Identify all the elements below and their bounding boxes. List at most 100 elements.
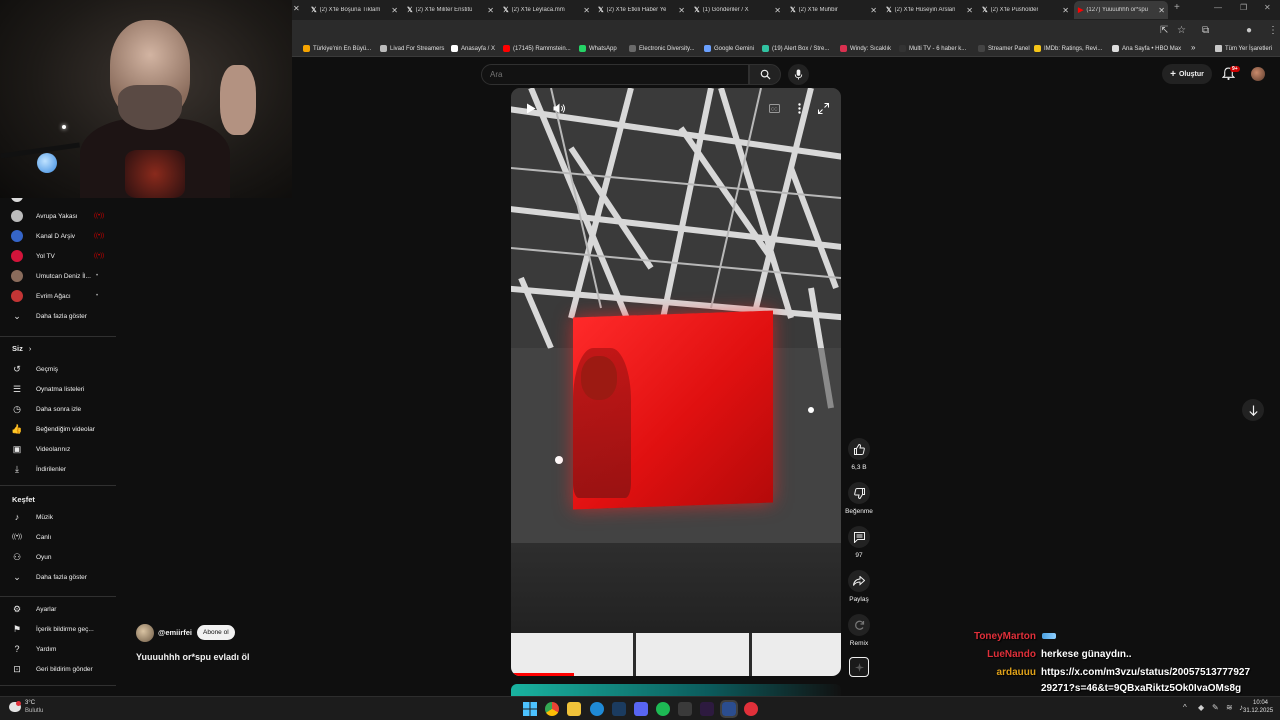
browser-tab[interactable]: 𝕏 (2) X'te Leylaca.mm ✕: [499, 1, 593, 19]
active-app-taskbar-icon[interactable]: [720, 700, 738, 718]
tab-close-icon[interactable]: ✕: [870, 6, 877, 15]
more-options-button[interactable]: [791, 100, 807, 116]
browser-tab[interactable]: ▶ (127) Yuuuuhhh or*spu ✕: [1074, 1, 1168, 19]
bookmark-item[interactable]: Livad For Streamers: [380, 45, 444, 52]
pen-icon[interactable]: ✎: [1212, 703, 1219, 712]
sidebar-item-flag[interactable]: ⚑ İçerik bildirme geç...: [0, 619, 116, 639]
tab-close-icon[interactable]: ✕: [966, 6, 973, 15]
sound-thumbnail[interactable]: [849, 657, 869, 677]
bookmark-item[interactable]: WhatsApp: [579, 45, 617, 52]
clock-date[interactable]: 31.12.2025: [1243, 708, 1273, 714]
sidebar-item-help[interactable]: ? Yardım: [0, 639, 116, 659]
comments-button[interactable]: [848, 526, 870, 548]
recorder-taskbar-icon[interactable]: [744, 702, 758, 716]
sidebar-item-playlist[interactable]: ☰ Oynatma listeleri: [0, 379, 116, 399]
sidebar-item-gear[interactable]: ⚙ Ayarlar: [0, 599, 116, 619]
tab-close-icon[interactable]: ✕: [774, 6, 781, 15]
sidebar-item-subscription[interactable]: Yol TV ((•)): [0, 246, 116, 266]
fullscreen-button[interactable]: [815, 100, 831, 116]
tray-overflow-icon[interactable]: ^: [1183, 703, 1187, 712]
sidebar-item-history[interactable]: ↺ Geçmiş: [0, 359, 116, 379]
share-action[interactable]: Paylaş: [846, 570, 872, 603]
maximize-button[interactable]: ❐: [1240, 3, 1247, 12]
sidebar-show-more[interactable]: ⌄ Daha fazla göster: [0, 567, 116, 587]
sidebar-item-subscription[interactable]: Kanal D Arşiv ((•)): [0, 226, 116, 246]
next-short-preview[interactable]: [511, 684, 841, 696]
tab-close-icon[interactable]: ✕: [1062, 6, 1069, 15]
bookmark-item[interactable]: IMDb: Ratings, Revi...: [1034, 45, 1102, 52]
spotify-taskbar-icon[interactable]: [656, 702, 670, 716]
share-button[interactable]: [848, 570, 870, 592]
tab-close-icon[interactable]: ✕: [487, 6, 494, 15]
account-avatar[interactable]: [1251, 67, 1265, 81]
bookmark-star-icon[interactable]: ☆: [1177, 25, 1186, 36]
sidebar-item-thumb-up[interactable]: 👍 Beğendiğim videolar: [0, 419, 116, 439]
sidebar-item-subscription[interactable]: Evrim Ağacı •: [0, 286, 116, 306]
all-bookmarks-button[interactable]: Tüm Yer İşaretleri: [1215, 45, 1272, 52]
sidebar-show-more[interactable]: ⌄ Daha fazla göster: [0, 306, 116, 326]
network-icon[interactable]: ◆: [1198, 703, 1204, 712]
start-button[interactable]: [523, 702, 537, 716]
extensions-icon[interactable]: ⧉: [1202, 25, 1209, 36]
search-button[interactable]: [749, 64, 781, 85]
bookmarks-overflow-button[interactable]: »: [1191, 43, 1195, 52]
sidebar-item-video[interactable]: ▣ Videolarınız: [0, 439, 116, 459]
minimize-button[interactable]: —: [1214, 3, 1222, 12]
bookmark-item[interactable]: Multi TV - 6 haber k...: [899, 45, 966, 52]
subscribe-button[interactable]: Abone ol: [197, 625, 235, 640]
volume-button[interactable]: [551, 100, 567, 116]
search-box[interactable]: [481, 64, 749, 85]
bookmark-item[interactable]: Electronic Diversity...: [629, 45, 695, 52]
sidebar-item-download[interactable]: ⤓ İndirilenler: [0, 459, 116, 479]
like-button[interactable]: [848, 438, 870, 460]
channel-name[interactable]: @emiirfei: [158, 628, 192, 637]
bookmark-item[interactable]: Anasayfa / X: [451, 45, 495, 52]
sidebar-item-subscription[interactable]: Umutcan Deniz İl... •: [0, 266, 116, 286]
comments-action[interactable]: 97: [846, 526, 872, 559]
bookmark-item[interactable]: (19) Alert Box / Stre...: [762, 45, 829, 52]
steam-taskbar-icon[interactable]: [612, 702, 626, 716]
sidebar-section-you[interactable]: Siz ›: [12, 344, 31, 353]
sidebar-item-gamepad[interactable]: ⚇ Oyun: [0, 547, 116, 567]
playback-progress[interactable]: [511, 673, 574, 676]
install-app-icon[interactable]: ⇱: [1160, 25, 1168, 36]
browser-menu-icon[interactable]: ⋮: [1268, 25, 1278, 36]
bookmark-item[interactable]: Streamer Panel: [978, 45, 1030, 52]
voice-search-button[interactable]: [788, 64, 809, 85]
bookmark-item[interactable]: (17145) Rammstein...: [503, 45, 571, 52]
play-button[interactable]: [523, 100, 539, 116]
bookmark-item[interactable]: Google Gemini: [704, 45, 754, 52]
remix-button[interactable]: [848, 614, 870, 636]
browser-tab[interactable]: 𝕏 (2) X'te Etkili Haber Ye ✕: [594, 1, 688, 19]
tab-close-icon[interactable]: ✕: [583, 6, 590, 15]
bookmark-item[interactable]: Windy: Sıcaklık: [840, 45, 891, 52]
discord-taskbar-icon[interactable]: [634, 702, 648, 716]
app-taskbar-icon[interactable]: [700, 702, 714, 716]
channel-avatar[interactable]: [136, 624, 154, 642]
weather-temperature[interactable]: 3°C: [25, 700, 35, 706]
new-tab-button[interactable]: +: [1174, 2, 1180, 13]
browser-tab[interactable]: 𝕏 (2) X'te Muhbir ✕: [786, 1, 880, 19]
file-explorer-taskbar-icon[interactable]: [567, 702, 581, 716]
tab-close-icon[interactable]: ✕: [391, 6, 398, 15]
tab-close-icon[interactable]: ✕: [293, 4, 300, 13]
browser-tab[interactable]: 𝕏 (2) X'te Hüseyin Arslan ✕: [882, 1, 976, 19]
browser-tab[interactable]: 𝕏 (1) Gönderiler / X ✕: [690, 1, 784, 19]
sidebar-item-clock[interactable]: ◷ Daha sonra izle: [0, 399, 116, 419]
calculator-taskbar-icon[interactable]: [678, 702, 692, 716]
clock-time[interactable]: 10:04: [1253, 700, 1268, 706]
chrome-taskbar-icon[interactable]: [545, 702, 559, 716]
sidebar-item-music[interactable]: ♪ Müzik: [0, 507, 116, 527]
dislike-button[interactable]: [848, 482, 870, 504]
captions-button[interactable]: CC: [766, 100, 782, 116]
sidebar-item-live[interactable]: ((•)) Canlı: [0, 527, 116, 547]
remix-action[interactable]: Remix: [846, 614, 872, 647]
sidebar-item-subscription[interactable]: Avrupa Yakası ((•)): [0, 206, 116, 226]
window-close-button[interactable]: ✕: [1264, 3, 1271, 12]
profile-icon[interactable]: ●: [1246, 25, 1252, 36]
next-short-button[interactable]: [1242, 399, 1264, 421]
shorts-player[interactable]: CC: [511, 88, 841, 676]
search-input[interactable]: [490, 70, 730, 79]
tab-close-icon[interactable]: ✕: [678, 6, 685, 15]
dislike-action[interactable]: Beğenme: [845, 482, 873, 515]
